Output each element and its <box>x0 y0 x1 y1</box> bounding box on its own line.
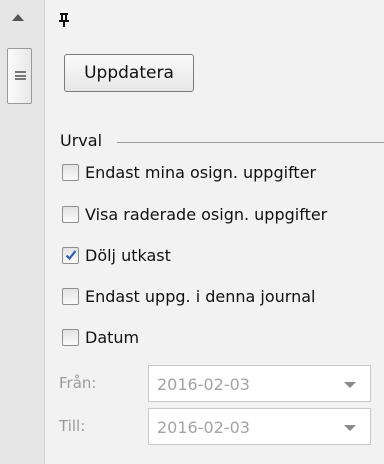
option-endast-mina-osign[interactable]: Endast mina osign. uppgifter <box>62 160 316 184</box>
from-label: Från: <box>59 374 97 392</box>
checkbox-label: Endast uppg. i denna journal <box>85 286 316 306</box>
to-date-value: 2016-02-03 <box>157 418 250 437</box>
scroll-up-arrow-icon[interactable] <box>12 14 24 21</box>
to-date-picker[interactable]: 2016-02-03 <box>148 408 371 445</box>
from-date-value: 2016-02-03 <box>157 375 250 394</box>
option-dolj-utkast[interactable]: Dölj utkast <box>62 243 171 267</box>
option-datum[interactable]: Datum <box>62 325 139 349</box>
checkbox[interactable] <box>62 205 79 223</box>
checkbox-label: Endast mina osign. uppgifter <box>85 162 317 182</box>
refresh-button[interactable]: Uppdatera <box>64 54 194 92</box>
checkbox[interactable] <box>62 287 79 305</box>
pin-icon[interactable] <box>56 12 72 28</box>
option-endast-uppg-journal[interactable]: Endast uppg. i denna journal <box>62 284 315 308</box>
group-divider <box>117 142 384 143</box>
checkbox-label: Dölj utkast <box>85 245 171 265</box>
grip-icon <box>15 71 26 80</box>
group-title: Urval <box>60 131 103 150</box>
checkbox-label: Datum <box>85 327 140 347</box>
checkbox[interactable] <box>62 328 79 346</box>
chevron-down-icon[interactable] <box>344 382 356 388</box>
chevron-down-icon[interactable] <box>344 425 356 431</box>
to-label: Till: <box>59 417 86 435</box>
checkbox[interactable] <box>62 163 79 181</box>
from-date-picker[interactable]: 2016-02-03 <box>148 365 371 402</box>
scroll-thumb[interactable] <box>7 48 32 104</box>
option-visa-raderade[interactable]: Visa raderade osign. uppgifter <box>62 202 327 226</box>
filter-panel: Uppdatera Urval Endast mina osign. uppgi… <box>45 0 384 464</box>
vertical-scrollbar[interactable] <box>0 0 44 464</box>
checkbox-label: Visa raderade osign. uppgifter <box>85 204 328 224</box>
checkbox-checked[interactable] <box>62 246 79 264</box>
checkmark-icon <box>65 249 77 260</box>
